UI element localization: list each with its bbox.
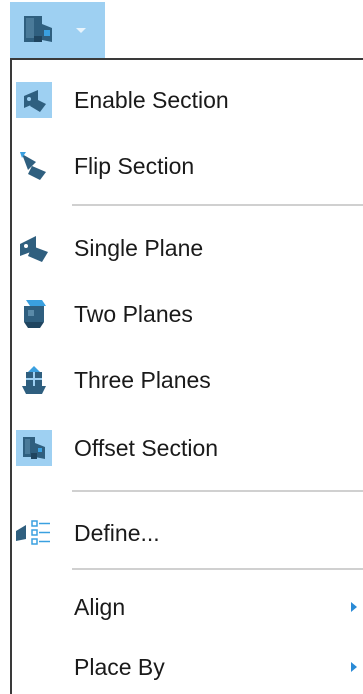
menu-item-place-by[interactable]: Place By	[12, 638, 363, 694]
menu-item-enable-section[interactable]: Enable Section	[12, 68, 363, 132]
menu-item-label: Single Plane	[74, 234, 204, 261]
menu-item-label: Place By	[74, 653, 165, 680]
flip-section-icon	[20, 152, 46, 180]
offset-section-icon	[16, 430, 52, 466]
menu-item-label: Enable Section	[74, 86, 229, 113]
icon-slot	[12, 282, 74, 346]
submenu-arrow-icon	[351, 662, 357, 672]
icon-slot	[12, 68, 74, 132]
menu-item-label: Align	[74, 593, 126, 620]
menu-item-label: Three Planes	[74, 366, 211, 393]
menu-item-two-planes[interactable]: Two Planes	[12, 282, 363, 346]
menu-item-flip-section[interactable]: Flip Section	[12, 134, 363, 198]
offset-section-icon[interactable]	[10, 2, 66, 58]
icon-slot	[12, 578, 74, 636]
section-split-button[interactable]	[10, 2, 105, 58]
menu-item-label: Two Planes	[74, 300, 193, 327]
icon-slot	[12, 348, 74, 412]
define-icon	[16, 520, 50, 545]
enable-section-icon	[16, 82, 52, 118]
icon-slot	[12, 134, 74, 198]
menu-item-label: Define...	[74, 519, 160, 546]
menu-item-offset-section[interactable]: Offset Section	[12, 416, 363, 480]
menu-item-label: Flip Section	[74, 152, 195, 179]
icon-slot	[12, 416, 74, 480]
chevron-down-icon[interactable]	[66, 2, 96, 58]
menu-separator	[72, 568, 363, 570]
menu-item-three-planes[interactable]: Three Planes	[12, 348, 363, 412]
menu-separator	[72, 204, 363, 206]
menu-separator	[72, 490, 363, 492]
menu-item-label: Offset Section	[74, 434, 219, 461]
icon-slot	[12, 502, 74, 564]
menu-item-align[interactable]: Align	[12, 578, 363, 636]
two-planes-icon	[24, 300, 46, 328]
icon-slot	[12, 638, 74, 694]
single-plane-icon	[20, 236, 48, 262]
section-dropdown-menu: Enable Section Flip Section Single Plane	[10, 58, 363, 694]
three-planes-icon	[22, 366, 46, 394]
icon-slot	[12, 216, 74, 280]
menu-item-define[interactable]: Define...	[12, 502, 363, 564]
submenu-arrow-icon	[351, 602, 357, 612]
menu-item-single-plane[interactable]: Single Plane	[12, 216, 363, 280]
